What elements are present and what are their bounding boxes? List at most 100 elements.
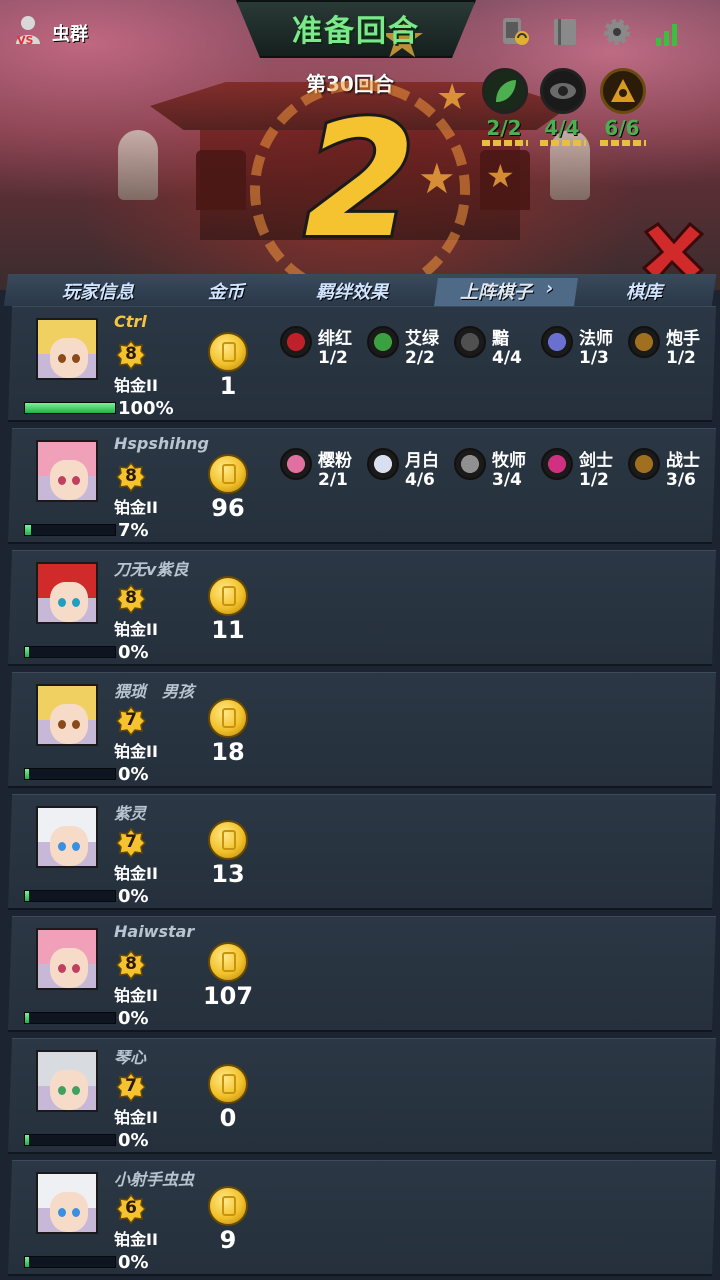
bond-name: 樱粉 xyxy=(318,451,352,471)
player-avatar[interactable] xyxy=(36,318,98,380)
player-name: Ctrl xyxy=(114,312,147,331)
avatar-eye xyxy=(72,720,80,729)
avatar-face xyxy=(50,704,88,744)
gold-amount: 18 xyxy=(211,738,245,766)
book-icon[interactable] xyxy=(550,16,580,48)
bond-count: 2/2 xyxy=(405,348,435,368)
cannon-icon xyxy=(628,326,660,358)
synergy-count: 4/4 xyxy=(544,116,580,140)
avatar-face xyxy=(50,948,88,988)
hooded-figure-icon xyxy=(611,79,635,102)
phone-sync-icon[interactable] xyxy=(500,16,530,48)
bond-item[interactable]: 月白 4/6 xyxy=(367,446,451,496)
hp-bar xyxy=(24,646,116,658)
synergy-progress xyxy=(482,140,528,146)
gold-amount: 13 xyxy=(211,860,245,888)
player-rank: 铂金II xyxy=(114,864,158,883)
avatar-eye xyxy=(72,476,80,485)
player-name: 紫灵 xyxy=(114,804,147,823)
avatar-eye xyxy=(72,598,80,607)
player-avatar[interactable] xyxy=(36,928,98,990)
bond-item[interactable]: 剑士 1/2 xyxy=(541,446,625,496)
bond-count: 1/3 xyxy=(579,348,609,368)
hp-bar xyxy=(24,524,116,536)
avatar-eye xyxy=(58,1208,66,1217)
bond-item[interactable]: 炮手 1/2 xyxy=(628,324,712,374)
avatar-eye xyxy=(72,842,80,851)
player-avatar[interactable] xyxy=(36,562,98,624)
hp-bar-fill xyxy=(25,647,29,657)
bond-count: 4/4 xyxy=(492,348,522,368)
hp-percent: 0% xyxy=(118,1130,149,1151)
bond-item[interactable]: 樱粉 2/1 xyxy=(280,446,364,496)
synergy-count: 6/6 xyxy=(604,116,640,140)
hp-bar-fill xyxy=(25,891,29,901)
bond-item[interactable]: 艾绿 2/2 xyxy=(367,324,451,374)
player-name: Hspshihng xyxy=(114,434,209,453)
player-level: 6 xyxy=(125,1198,137,1218)
bond-item[interactable]: 牧师 3/4 xyxy=(454,446,538,496)
bond-item[interactable]: 战士 3/6 xyxy=(628,446,712,496)
bond-name: 绯红 xyxy=(318,329,352,349)
gear-icon[interactable] xyxy=(602,16,632,48)
hp-percent: 0% xyxy=(118,764,149,785)
bond-item[interactable]: 法师 1/3 xyxy=(541,324,625,374)
player-rank: 铂金II xyxy=(114,376,158,395)
hp-percent: 0% xyxy=(118,886,149,907)
axe-icon xyxy=(628,448,660,480)
tab-player-info[interactable]: 玩家信息 xyxy=(62,278,134,304)
chevron-right-icon: › xyxy=(546,278,554,299)
bond-item[interactable]: 绯红 1/2 xyxy=(280,324,364,374)
avatar-eye xyxy=(58,720,66,729)
tab-gold[interactable]: 金币 xyxy=(208,278,244,304)
player-avatar[interactable] xyxy=(36,1172,98,1234)
game-mode-label: 虫群 xyxy=(52,24,88,45)
player-level: 8 xyxy=(125,588,137,608)
gold-amount: 107 xyxy=(202,982,254,1010)
bond-count: 1/2 xyxy=(666,348,696,368)
player-level: 8 xyxy=(125,466,137,486)
avatar-eye xyxy=(72,1208,80,1217)
player-rank: 铂金II xyxy=(114,742,158,761)
svg-text:VS: VS xyxy=(17,34,34,46)
hp-percent: 0% xyxy=(118,642,149,663)
player-rank: 铂金II xyxy=(114,986,158,1005)
stone-lantern xyxy=(118,130,158,200)
avatar-face xyxy=(50,1070,88,1110)
coin-icon xyxy=(208,332,248,372)
coin-icon xyxy=(208,576,248,616)
close-button[interactable] xyxy=(640,222,704,282)
avatar-face xyxy=(50,338,88,378)
player-avatar[interactable] xyxy=(36,1050,98,1112)
synergy-eye[interactable] xyxy=(540,68,586,114)
hp-bar xyxy=(24,768,116,780)
hp-bar xyxy=(24,890,116,902)
coin-icon xyxy=(208,454,248,494)
leaf-icon xyxy=(496,80,516,102)
coin-icon xyxy=(208,942,248,982)
tab-bench[interactable]: 棋库 xyxy=(626,278,662,304)
bond-item[interactable]: 黯 4/4 xyxy=(454,324,538,374)
player-rank: 铂金II xyxy=(114,498,158,517)
tab-deployed-pieces[interactable]: 上阵棋子 xyxy=(460,278,532,304)
hp-percent: 7% xyxy=(118,520,149,541)
avatar-eye xyxy=(58,1086,66,1095)
bond-name: 黯 xyxy=(492,329,509,349)
synergy-hooded[interactable] xyxy=(600,68,646,114)
bond-name: 月白 xyxy=(405,451,439,471)
player-avatar[interactable] xyxy=(36,806,98,868)
avatar-eye xyxy=(72,354,80,363)
coin-icon xyxy=(208,1186,248,1226)
synergy-leaf[interactable] xyxy=(482,68,528,114)
hp-percent: 100% xyxy=(118,398,174,419)
star-decoration: ★ xyxy=(436,77,469,118)
avatar-face xyxy=(50,1192,88,1232)
tab-bond-effects[interactable]: 羁绊效果 xyxy=(316,278,388,304)
player-avatar[interactable] xyxy=(36,684,98,746)
player-avatar[interactable] xyxy=(36,440,98,502)
mage-icon xyxy=(541,326,573,358)
sword-icon xyxy=(541,448,573,480)
bond-count: 3/6 xyxy=(666,470,696,490)
coin-icon xyxy=(208,698,248,738)
hp-bar xyxy=(24,1134,116,1146)
